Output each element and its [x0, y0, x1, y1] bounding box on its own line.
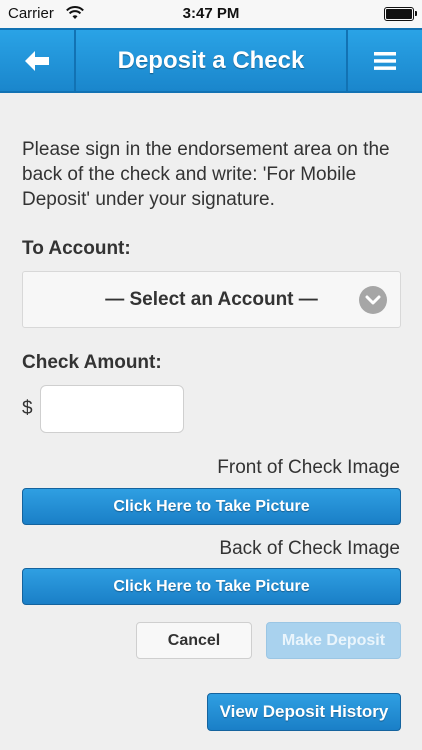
menu-button[interactable]	[346, 30, 422, 91]
view-deposit-history-button[interactable]: View Deposit History	[207, 693, 401, 731]
battery-tip	[415, 11, 417, 16]
hamburger-menu-icon	[374, 51, 396, 70]
status-time: 3:47 PM	[182, 5, 240, 22]
nav-bar: Deposit a Check	[0, 28, 422, 93]
cancel-button[interactable]: Cancel	[136, 622, 252, 659]
page-title: Deposit a Check	[117, 46, 305, 74]
make-deposit-button[interactable]: Make Deposit	[266, 622, 401, 659]
take-front-picture-button[interactable]: Click Here to Take Picture	[22, 488, 401, 525]
front-image-label: Front of Check Image	[217, 457, 400, 478]
arrow-left-icon	[25, 50, 49, 71]
to-account-label: To Account:	[22, 238, 131, 259]
status-bar: Carrier 3:47 PM	[0, 0, 422, 28]
back-button[interactable]	[0, 30, 76, 91]
account-select[interactable]: — Select an Account —	[22, 271, 401, 328]
instructions-text: Please sign in the endorsement area on t…	[22, 139, 390, 210]
battery-icon	[384, 7, 417, 21]
chevron-down-icon	[359, 286, 387, 314]
take-back-picture-button[interactable]: Click Here to Take Picture	[22, 568, 401, 605]
check-amount-label: Check Amount:	[22, 352, 162, 373]
battery-fill	[386, 9, 412, 19]
back-image-label: Back of Check Image	[219, 538, 400, 559]
check-amount-input[interactable]	[40, 385, 184, 433]
currency-symbol: $	[22, 398, 33, 419]
account-select-value: — Select an Account —	[105, 288, 318, 310]
